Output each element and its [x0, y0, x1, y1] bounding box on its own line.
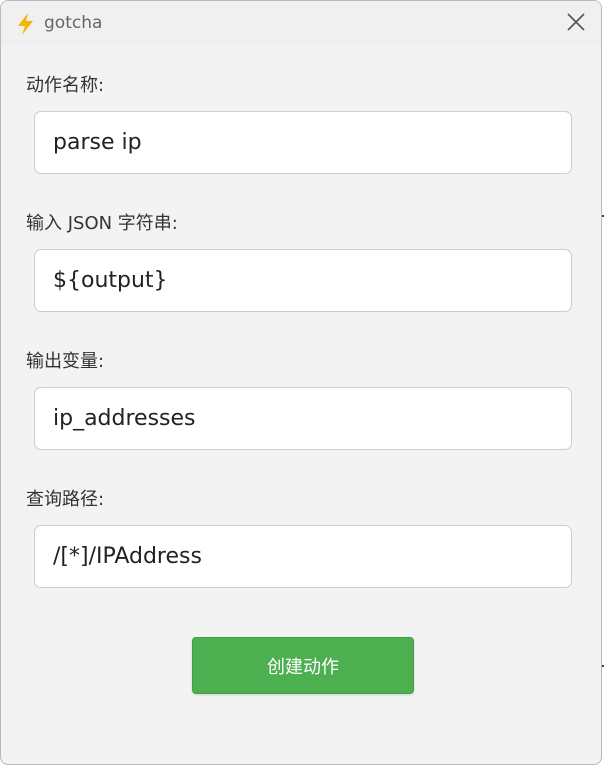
json-input-label: 输入 JSON 字符串: — [26, 213, 178, 234]
json-input-field[interactable] — [34, 249, 572, 312]
dialog-window: gotcha 动作名称: 输入 JSON 字符串: 输出变量: 查询路径: 创建… — [0, 0, 602, 765]
action-name-input[interactable] — [34, 111, 572, 174]
create-action-button[interactable]: 创建动作 — [192, 637, 414, 694]
action-name-label: 动作名称: — [26, 75, 105, 96]
title-bar[interactable]: gotcha — [1, 1, 601, 46]
query-path-input[interactable] — [34, 525, 572, 588]
output-variable-input[interactable] — [34, 387, 572, 450]
window-title: gotcha — [44, 13, 103, 33]
lightning-bolt-icon — [16, 13, 36, 35]
close-icon — [567, 13, 585, 35]
close-button[interactable] — [559, 7, 593, 41]
output-variable-label: 输出变量: — [26, 351, 105, 372]
query-path-label: 查询路径: — [26, 489, 105, 510]
